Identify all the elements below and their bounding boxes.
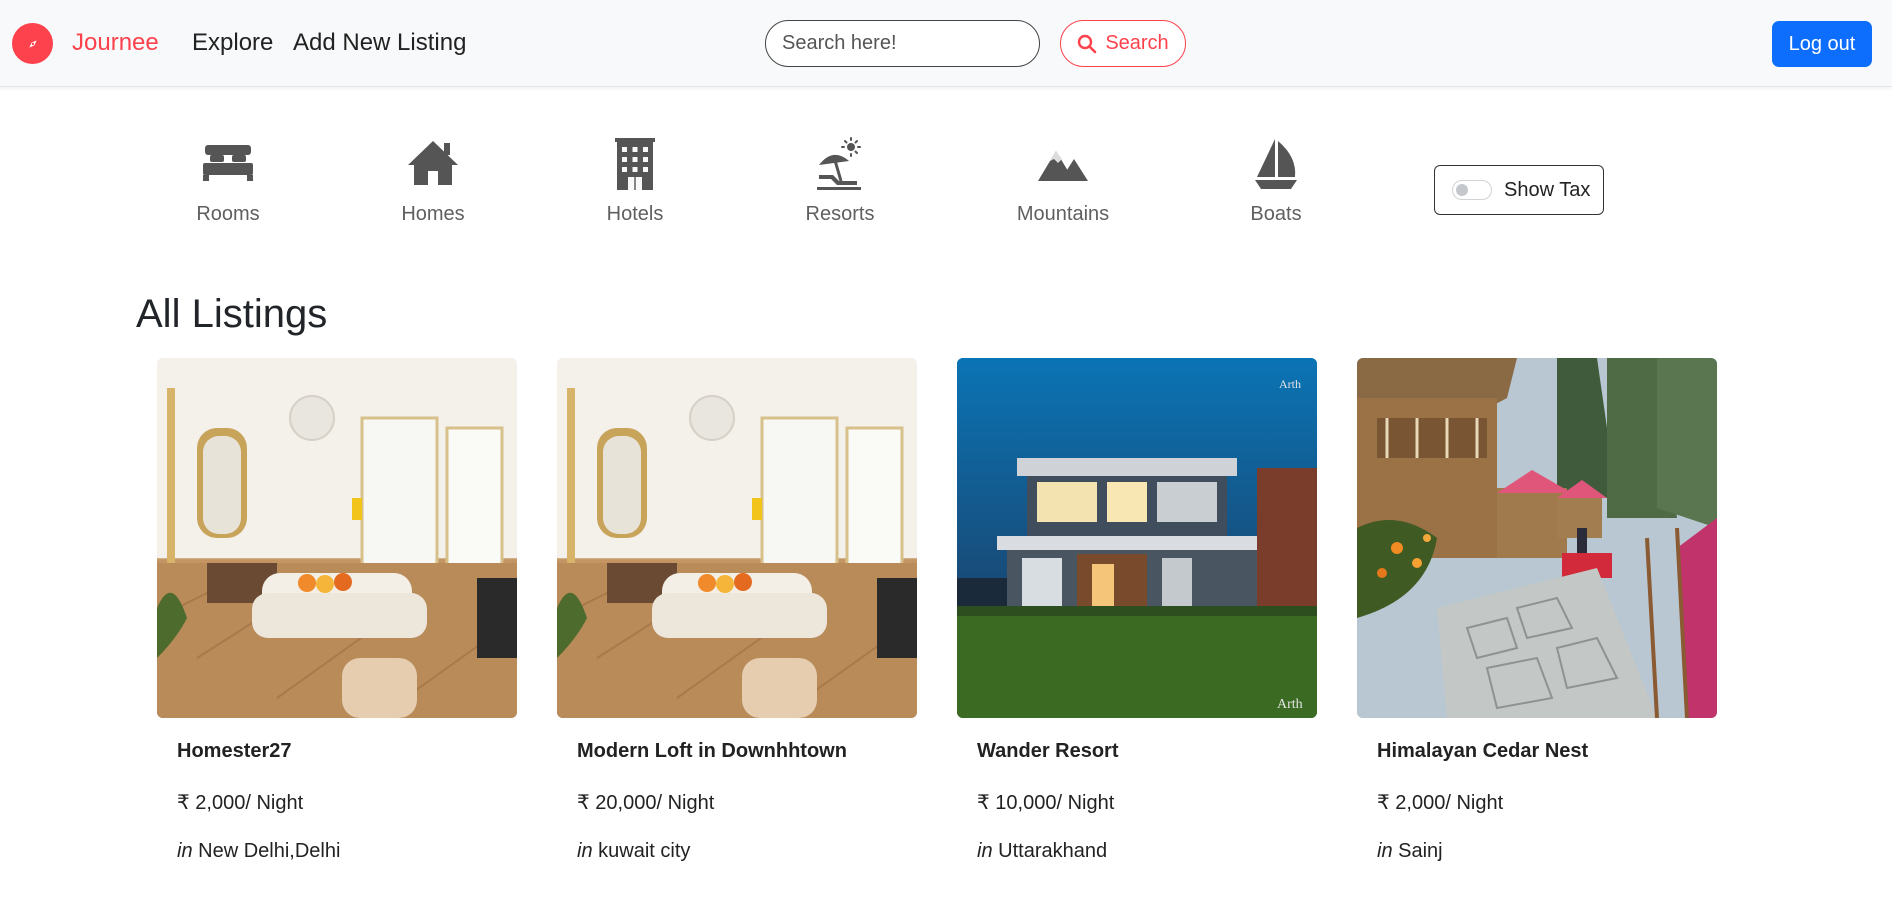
resort-watermark: Arth [1277,697,1303,712]
listing-card[interactable]: Homester27 ₹ 2,000/ Night in New Delhi,D… [157,358,517,911]
listing-title[interactable]: Wander Resort [977,740,1119,763]
listing-price: ₹ 10,000/ Night [977,792,1115,814]
listing-card[interactable]: Arth Arth Wander Resort ₹ 10,000/ Night … [957,358,1317,911]
bed-icon [203,145,253,181]
filter-homes[interactable]: Homes [358,137,508,226]
search-button[interactable]: Search [1060,20,1186,67]
sailboat-icon [1255,139,1297,189]
filter-mountains[interactable]: Mountains [988,137,1138,226]
filter-hotels[interactable]: Hotels [560,137,710,226]
house-icon [408,141,458,185]
nav-add-listing-link[interactable]: Add New Listing [293,29,466,57]
filter-label: Rooms [196,203,260,225]
top-navbar: Journee Explore Add New Listing Search L… [0,0,1892,87]
listing-location: in Sainj [1377,840,1443,862]
listing-location: in New Delhi,Delhi [177,840,341,862]
filter-label: Homes [401,203,465,225]
listing-price: ₹ 20,000/ Night [577,792,715,814]
listing-location: in Uttarakhand [977,840,1108,862]
listing-price: ₹ 2,000/ Night [1377,792,1504,814]
filter-label: Resorts [805,203,875,225]
listing-card[interactable]: Modern Loft in Downhhtown ₹ 20,000/ Nigh… [557,358,917,911]
filter-label: Hotels [606,203,664,225]
listing-location: in kuwait city [577,840,691,862]
listing-price: ₹ 2,000/ Night [177,792,304,814]
filter-label: Boats [1250,203,1302,225]
nav-explore-link[interactable]: Explore [192,29,273,57]
show-tax-toggle[interactable]: Show Tax [1434,165,1604,215]
tax-toggle-label: Show Tax [1504,178,1591,201]
listing-image[interactable] [157,358,517,718]
listing-title[interactable]: Homester27 [177,740,292,763]
filter-rooms[interactable]: Rooms [153,137,303,226]
search-input[interactable] [765,20,1040,67]
listing-card[interactable]: Himalayan Cedar Nest ₹ 2,000/ Night in S… [1357,358,1717,911]
filter-resorts[interactable]: Resorts [765,137,915,226]
brand-name[interactable]: Journee [72,29,159,57]
filter-boats[interactable]: Boats [1201,137,1351,226]
compass-icon[interactable] [12,23,53,64]
umbrella-beach-icon [817,137,861,190]
resort-watermark: Arth [1279,377,1301,391]
listing-image[interactable]: Arth Arth [957,358,1317,718]
listing-title[interactable]: Modern Loft in Downhhtown [577,740,847,763]
logout-button[interactable]: Log out [1772,21,1872,67]
listing-image[interactable] [1357,358,1717,718]
hotel-building-icon [615,138,655,190]
listing-image[interactable] [557,358,917,718]
search-button-label: Search [1105,32,1169,54]
search-icon [1078,34,1097,53]
tax-switch[interactable] [1452,180,1492,200]
filter-label: Mountains [1016,203,1110,225]
listing-title[interactable]: Himalayan Cedar Nest [1377,740,1588,763]
mountain-icon [1038,151,1088,181]
page-title: All Listings [136,292,328,336]
